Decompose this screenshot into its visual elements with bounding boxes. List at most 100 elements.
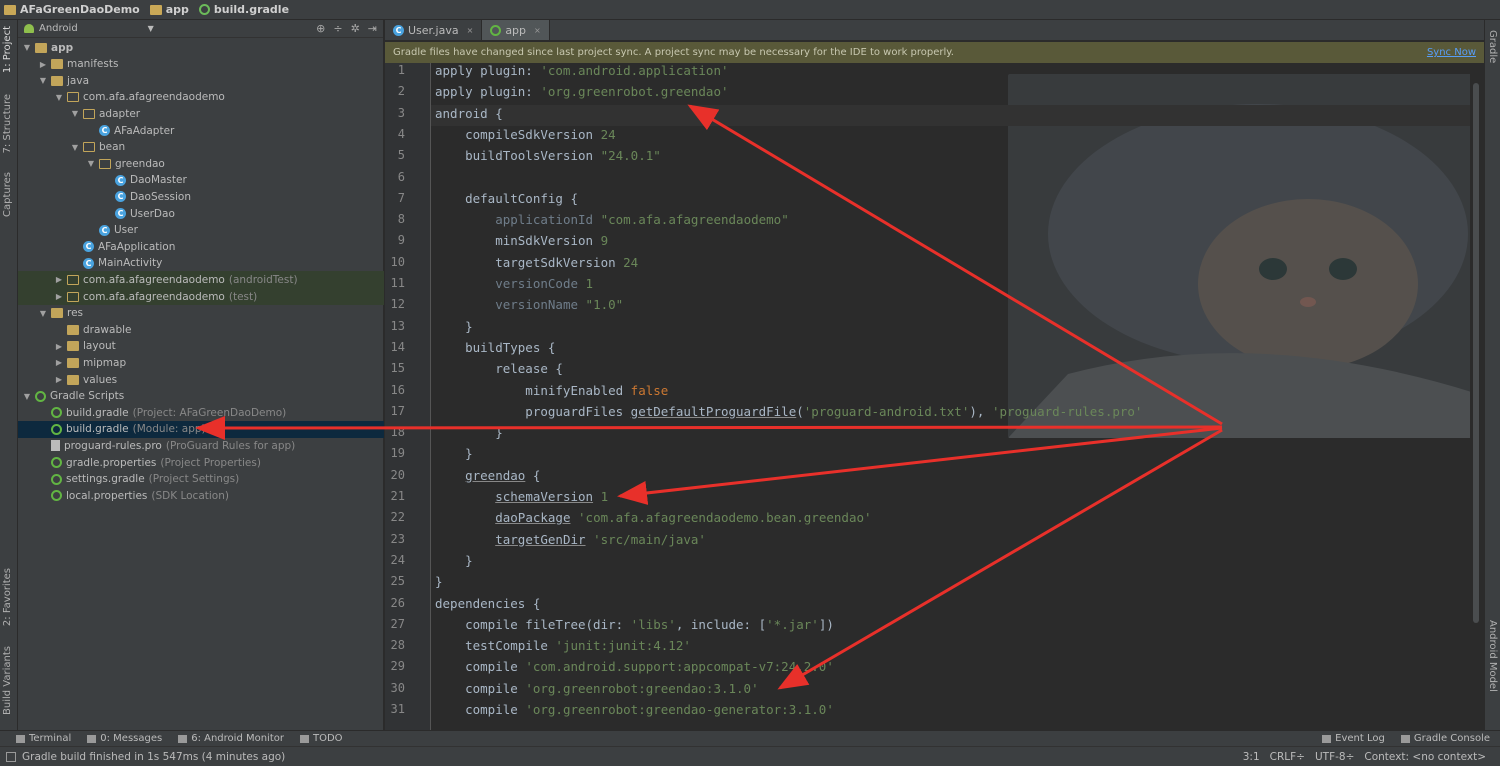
tool-tab-captures[interactable]: Captures <box>2 172 13 217</box>
toggle-tool-windows-icon[interactable] <box>6 751 16 762</box>
tree-item[interactable]: ▼ res <box>18 305 384 322</box>
editor-scrollbar[interactable] <box>1470 63 1484 730</box>
tool-tab-terminal[interactable]: Terminal <box>16 733 71 744</box>
tree-item[interactable]: gradle.properties (Project Properties) <box>18 454 384 471</box>
chevron-down-icon[interactable]: ▼ <box>86 159 96 168</box>
tool-tab-event-log[interactable]: Event Log <box>1322 733 1385 744</box>
tree-item[interactable]: ▼ bean <box>18 139 384 156</box>
code-line[interactable]: minSdkVersion 9 <box>435 233 608 248</box>
code-line[interactable]: } <box>435 446 473 461</box>
code-line[interactable]: schemaVersion 1 <box>435 489 608 504</box>
code-line[interactable]: buildToolsVersion "24.0.1" <box>435 148 661 163</box>
code-line[interactable]: versionCode 1 <box>435 276 593 291</box>
tree-item[interactable]: ▼ app <box>18 39 384 56</box>
breadcrumb-module[interactable]: app <box>149 3 189 16</box>
chevron-down-icon[interactable]: ▼ <box>70 109 80 118</box>
chevron-right-icon[interactable]: ▶ <box>54 342 64 351</box>
tree-item[interactable]: C DaoMaster <box>18 172 384 189</box>
collapse-icon[interactable]: ÷ <box>333 22 342 35</box>
tool-tab-gradle[interactable]: Gradle <box>1487 30 1498 63</box>
chevron-down-icon[interactable]: ▼ <box>22 392 32 401</box>
code-line[interactable]: defaultConfig { <box>435 191 578 206</box>
code-line[interactable]: } <box>435 553 473 568</box>
tree-item[interactable]: ▶ layout <box>18 338 384 355</box>
scrollbar-thumb[interactable] <box>1473 83 1479 623</box>
code-line[interactable]: } <box>435 425 503 440</box>
chevron-down-icon[interactable]: ▼ <box>148 24 154 33</box>
tree-item[interactable]: settings.gradle (Project Settings) <box>18 471 384 488</box>
tree-item[interactable]: ▶ com.afa.afagreendaodemo (androidTest) <box>18 271 384 289</box>
tool-tab-gradle-console[interactable]: Gradle Console <box>1400 733 1490 744</box>
tree-item[interactable]: C UserDao <box>18 205 384 222</box>
code-line[interactable]: } <box>435 319 473 334</box>
tree-item[interactable]: build.gradle (Project: AFaGreenDaoDemo) <box>18 404 384 421</box>
code-line[interactable]: release { <box>435 361 563 376</box>
tool-tab-project[interactable]: 1: Project <box>2 26 13 73</box>
code-line[interactable]: android { <box>435 106 503 121</box>
code-line[interactable]: buildTypes { <box>435 340 555 355</box>
tree-item[interactable]: C User <box>18 222 384 239</box>
tool-tab-favorites[interactable]: 2: Favorites <box>2 568 13 626</box>
code-line[interactable]: compile 'org.greenrobot:greendao-generat… <box>435 702 834 717</box>
tree-item[interactable]: proguard-rules.pro (ProGuard Rules for ap… <box>18 437 384 454</box>
code-line[interactable]: proguardFiles getDefaultProguardFile('pr… <box>435 404 1142 419</box>
tree-item[interactable]: ▶ com.afa.afagreendaodemo (test) <box>18 288 384 305</box>
code-line[interactable]: versionName "1.0" <box>435 297 623 312</box>
tree-item[interactable]: C MainActivity <box>18 255 384 272</box>
tool-tab-structure[interactable]: 7: Structure <box>2 94 13 153</box>
chevron-right-icon[interactable]: ▶ <box>54 358 64 367</box>
code-line[interactable]: } <box>435 574 443 589</box>
chevron-down-icon[interactable]: ▼ <box>54 93 64 102</box>
chevron-right-icon[interactable]: ▶ <box>54 292 64 301</box>
code-line[interactable]: apply plugin: 'org.greenrobot.greendao' <box>435 84 729 99</box>
tree-item[interactable]: C DaoSession <box>18 188 384 205</box>
code-line[interactable]: targetGenDir 'src/main/java' <box>435 532 706 547</box>
tree-item[interactable]: C AFaAdapter <box>18 122 384 139</box>
close-icon[interactable]: × <box>534 26 541 35</box>
chevron-down-icon[interactable]: ▼ <box>38 76 48 85</box>
tool-tab-messages[interactable]: 0: Messages <box>87 733 162 744</box>
sync-now-link[interactable]: Sync Now <box>1427 47 1476 58</box>
editor-tab[interactable]: app × <box>482 20 550 40</box>
code-line[interactable]: targetSdkVersion 24 <box>435 255 638 270</box>
tree-item[interactable]: ▼ Gradle Scripts <box>18 388 384 405</box>
tree-item[interactable]: ▼ com.afa.afagreendaodemo <box>18 89 384 106</box>
close-icon[interactable]: × <box>467 26 474 35</box>
chevron-right-icon[interactable]: ▶ <box>54 375 64 384</box>
breadcrumb-project[interactable]: AFaGreenDaoDemo <box>4 3 140 16</box>
locate-icon[interactable]: ⊕ <box>316 22 325 35</box>
code-line[interactable]: compile fileTree(dir: 'libs', include: [… <box>435 617 834 632</box>
code-line[interactable]: greendao { <box>435 468 540 483</box>
code-line[interactable]: compile 'org.greenrobot:greendao:3.1.0' <box>435 681 759 696</box>
code-line[interactable]: dependencies { <box>435 596 540 611</box>
code-line[interactable]: testCompile 'junit:junit:4.12' <box>435 638 691 653</box>
editor-tab[interactable]: C User.java × <box>385 20 483 40</box>
caret-position[interactable]: 3:1 <box>1243 751 1260 763</box>
gear-icon[interactable]: ✲ <box>351 22 360 35</box>
code-line[interactable]: apply plugin: 'com.android.application' <box>435 63 729 78</box>
tree-item[interactable]: ▶ mipmap <box>18 354 384 371</box>
project-view-selector[interactable]: Android <box>39 23 78 34</box>
tree-item[interactable]: drawable <box>18 321 384 338</box>
chevron-down-icon[interactable]: ▼ <box>70 143 80 152</box>
tree-item[interactable]: ▶ manifests <box>18 56 384 73</box>
tree-item[interactable]: build.gradle (Module: app) <box>18 420 384 438</box>
code-line[interactable]: minifyEnabled false <box>435 383 668 398</box>
tree-item[interactable]: local.properties (SDK Location) <box>18 487 384 504</box>
tree-item[interactable]: ▼ greendao <box>18 155 384 172</box>
tool-tab-todo[interactable]: TODO <box>299 733 343 744</box>
chevron-right-icon[interactable]: ▶ <box>38 60 48 69</box>
hide-icon[interactable]: ⇥ <box>368 22 377 35</box>
code-line[interactable]: daoPackage 'com.afa.afagreendaodemo.bean… <box>435 510 871 525</box>
chevron-down-icon[interactable]: ▼ <box>22 43 32 52</box>
chevron-right-icon[interactable]: ▶ <box>54 275 64 284</box>
tool-tab-build-variants[interactable]: Build Variants <box>2 646 13 715</box>
tree-item[interactable]: ▶ values <box>18 371 384 388</box>
tree-item[interactable]: ▼ adapter <box>18 105 384 122</box>
code-editor[interactable]: 1 2 3 4 5 6 7 8 9 10 11 12 13 14 15 16 17 18 19 20 21 22 23 24 2… <box>385 63 1484 730</box>
file-encoding[interactable]: UTF-8÷ <box>1315 751 1354 763</box>
code-line[interactable]: compile 'com.android.support:appcompat-v… <box>435 659 834 674</box>
line-separator[interactable]: CRLF÷ <box>1270 751 1305 763</box>
chevron-down-icon[interactable]: ▼ <box>38 309 48 318</box>
tree-item[interactable]: ▼ java <box>18 72 384 89</box>
